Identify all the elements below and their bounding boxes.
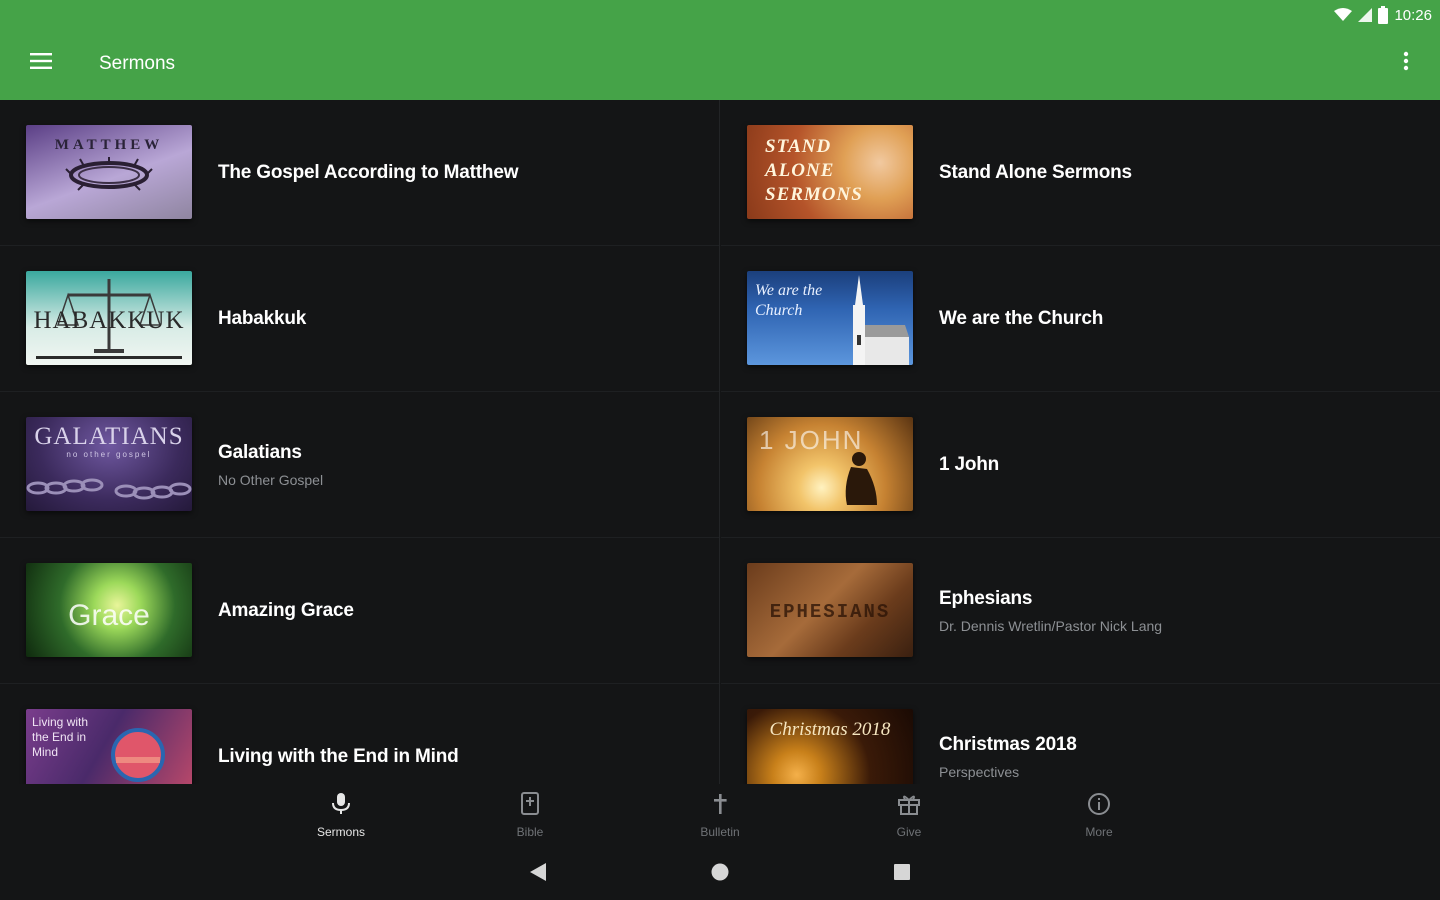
cross-icon	[709, 792, 731, 821]
back-button[interactable]	[526, 862, 550, 886]
series-item-galatians[interactable]: GALATIANS no other gospel Galatians No O…	[0, 392, 719, 538]
nav-label: Give	[896, 825, 922, 839]
thumbnail-text: GALATIANS	[34, 423, 184, 450]
sunset-globe-icon	[111, 728, 165, 782]
nav-label: Bulletin	[700, 825, 740, 839]
info-icon	[1087, 792, 1111, 821]
series-item-habakkuk[interactable]: HABAKKUK Habakkuk	[0, 246, 719, 392]
thumbnail-text: Living with the End in Mind	[32, 715, 89, 759]
page-title: Sermons	[99, 53, 176, 74]
wifi-icon	[1334, 8, 1353, 22]
series-subtitle: Dr. Dennis Wretlin/Pastor Nick Lang	[939, 617, 1163, 634]
series-subtitle: Perspectives	[939, 763, 1020, 780]
more-vert-icon	[1403, 51, 1409, 76]
broken-chain-icon	[26, 478, 192, 500]
series-item-1-john[interactable]: 1 JOHN 1 John	[721, 392, 1440, 538]
series-title: The Gospel According to Matthew	[218, 161, 519, 183]
series-title: Habakkuk	[218, 307, 307, 329]
app-bar: 10:26 Sermons	[0, 0, 1440, 100]
series-thumbnail: EPHESIANS	[747, 563, 913, 657]
nav-more[interactable]: More	[1054, 792, 1144, 842]
series-thumbnail: MATTHEW	[26, 125, 192, 219]
series-column-left: MATTHEW The Gospel According to Matthew	[0, 100, 720, 784]
signal-icon	[1358, 8, 1373, 22]
nav-label: Sermons	[316, 825, 366, 839]
series-thumbnail: We are the Church	[747, 271, 913, 365]
nav-label: More	[1085, 825, 1113, 839]
series-item-ephesians[interactable]: EPHESIANS Ephesians Dr. Dennis Wretlin/P…	[721, 538, 1440, 684]
church-icon	[853, 275, 909, 365]
status-time: 10:26	[1394, 6, 1432, 24]
series-title: Ephesians	[939, 587, 1033, 609]
series-title: Galatians	[218, 441, 302, 463]
nav-sermons[interactable]: Sermons	[296, 792, 386, 842]
menu-button[interactable]	[24, 46, 58, 80]
thumbnail-subtext: no other gospel	[66, 450, 152, 459]
series-thumbnail: HABAKKUK	[26, 271, 192, 365]
series-list: MATTHEW The Gospel According to Matthew	[0, 100, 1440, 784]
battery-icon	[1378, 6, 1389, 24]
thumbnail-text: MATTHEW	[54, 137, 164, 153]
series-item-living-with-the-end-in-mind[interactable]: Living with the End in Mind Living with …	[0, 684, 719, 784]
series-title: Amazing Grace	[218, 599, 354, 621]
home-circle-icon	[710, 862, 730, 887]
series-column-right: STAND ALONE SERMONS Stand Alone Sermons …	[721, 100, 1440, 784]
thumbnail-text: HABAKKUK	[33, 307, 185, 334]
series-item-christmas-2018[interactable]: Christmas 2018 Christmas 2018 Perspectiv…	[721, 684, 1440, 784]
series-thumbnail: GALATIANS no other gospel	[26, 417, 192, 511]
series-thumbnail: Grace	[26, 563, 192, 657]
recents-square-icon	[893, 863, 911, 886]
series-thumbnail: STAND ALONE SERMONS	[747, 125, 913, 219]
crown-of-thorns-icon	[65, 157, 153, 191]
bottom-navigation: Sermons Bible Bulletin Give More	[0, 784, 1440, 844]
menu-icon	[30, 52, 52, 74]
series-title: Christmas 2018	[939, 733, 1077, 755]
series-title: Living with the End in Mind	[218, 745, 459, 767]
back-triangle-icon	[529, 862, 547, 887]
nav-give[interactable]: Give	[864, 792, 954, 842]
microphone-icon	[330, 792, 352, 821]
thumbnail-text: EPHESIANS	[769, 601, 891, 623]
nav-bulletin[interactable]: Bulletin	[675, 792, 765, 842]
series-thumbnail: Christmas 2018	[747, 709, 913, 784]
overflow-menu-button[interactable]	[1392, 46, 1420, 80]
series-subtitle: No Other Gospel	[218, 471, 324, 488]
series-item-stand-alone-sermons[interactable]: STAND ALONE SERMONS Stand Alone Sermons	[721, 100, 1440, 246]
nav-bible[interactable]: Bible	[485, 792, 575, 842]
series-title: Stand Alone Sermons	[939, 161, 1132, 183]
series-thumbnail: Living with the End in Mind	[26, 709, 192, 784]
kneeling-figure-icon	[845, 452, 877, 505]
system-navigation-bar	[0, 844, 1440, 900]
series-title: 1 John	[939, 453, 1000, 475]
recents-button[interactable]	[890, 862, 914, 886]
thumbnail-text: Grace	[68, 599, 150, 632]
series-thumbnail: 1 JOHN	[747, 417, 913, 511]
series-title: We are the Church	[939, 307, 1104, 329]
thumbnail-text: STAND ALONE SERMONS	[765, 136, 863, 205]
status-bar: 10:26	[1334, 4, 1432, 26]
gift-icon	[897, 792, 921, 821]
home-button[interactable]	[708, 862, 732, 886]
bible-icon	[519, 792, 541, 821]
series-item-we-are-the-church[interactable]: We are the Church We are the Church	[721, 246, 1440, 392]
series-item-matthew[interactable]: MATTHEW The Gospel According to Matthew	[0, 100, 719, 246]
nav-label: Bible	[516, 825, 544, 839]
series-item-amazing-grace[interactable]: Grace Amazing Grace	[0, 538, 719, 684]
thumbnail-text: We are the Church	[755, 282, 823, 319]
thumbnail-text: Christmas 2018	[769, 719, 891, 740]
